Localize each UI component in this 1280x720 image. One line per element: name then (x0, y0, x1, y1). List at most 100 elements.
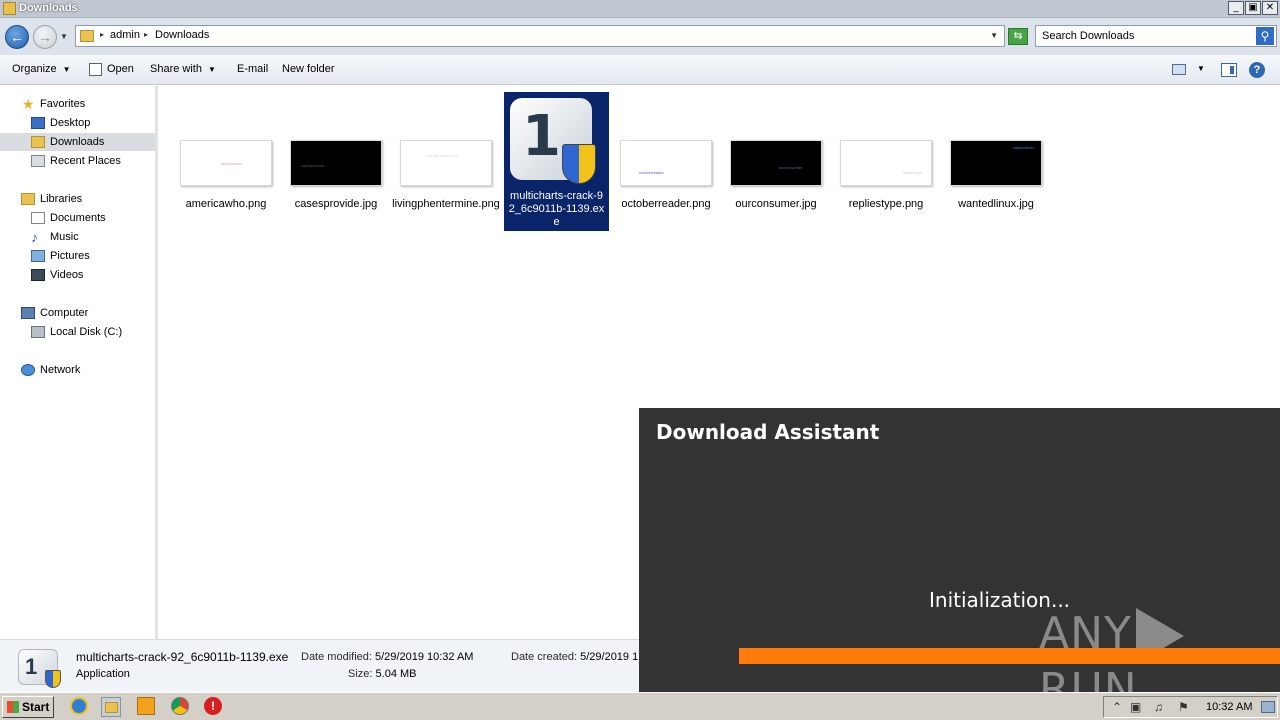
file-name: repliestype.png (848, 198, 924, 210)
libraries-icon (21, 193, 35, 205)
videos-icon (31, 269, 45, 281)
address-field[interactable]: ▸ admin ▸ Downloads ▼ (75, 25, 1005, 47)
refresh-icon: ⇆ (1013, 30, 1023, 42)
title-bar: Downloads _ ▣ ✕ (0, 0, 1280, 18)
stop-taskbar-icon[interactable]: ! (204, 697, 224, 717)
thumbnail-text: octoberreader (639, 170, 664, 175)
progress-bar (739, 648, 1280, 664)
search-box[interactable]: ⚲ (1035, 25, 1277, 47)
chevron-right-icon[interactable]: ▸ (100, 30, 104, 39)
action-center-flag-icon[interactable]: ⚑ (1178, 700, 1189, 714)
chrome-taskbar-icon[interactable] (171, 697, 191, 717)
uac-shield-icon (562, 144, 596, 184)
nav-downloads-label: Downloads (50, 136, 105, 148)
back-button[interactable]: ← (5, 25, 29, 49)
thumbnail-text: casesprovide (301, 163, 325, 168)
recent-places-icon (31, 155, 45, 167)
details-date-modified: Date modified: 5/29/2019 10:32 AM (301, 651, 473, 663)
volume-icon[interactable]: ♫ (1154, 700, 1163, 714)
back-arrow-icon: ← (10, 29, 24, 45)
thumbnail-text: ourconsumer (779, 165, 803, 170)
address-dropdown-icon[interactable]: ▼ (990, 31, 998, 40)
share-with-button[interactable]: Share with ▼ (150, 63, 216, 75)
nav-videos-label: Videos (50, 269, 84, 281)
file-name: octoberreader.png (621, 198, 711, 210)
file-item-repliestype[interactable]: repliestype repliestype.png (831, 94, 941, 224)
computer-icon (21, 307, 35, 319)
nav-pictures[interactable]: Pictures (0, 247, 155, 265)
music-icon: ♪ (31, 229, 38, 245)
chevron-right-icon[interactable]: ▸ (144, 30, 148, 39)
documents-icon (31, 212, 45, 224)
nav-downloads[interactable]: Downloads (0, 133, 155, 151)
details-type: Application (76, 668, 130, 680)
file-item-multicharts-exe[interactable]: 1 multicharts-crack-92_6c9011b-1139.exe (504, 92, 609, 231)
image-thumbnail: casesprovide (290, 140, 382, 186)
network-icon (21, 364, 35, 376)
pictures-icon (31, 250, 45, 262)
address-bar-row: ← → ▼ ▸ admin ▸ Downloads ▼ ⇆ ⚲ (0, 18, 1280, 55)
file-item-livingphentermine[interactable]: livingphentermine livingphentermine.png (391, 94, 501, 224)
recent-pages-dropdown-icon[interactable]: ▼ (60, 32, 68, 41)
change-view-icon[interactable] (1172, 64, 1186, 75)
nav-music[interactable]: ♪ Music (0, 228, 155, 246)
view-options-dropdown-icon[interactable]: ▼ (1197, 64, 1205, 73)
forward-button[interactable]: → (33, 25, 57, 49)
close-button[interactable]: ✕ (1262, 1, 1278, 15)
restore-button[interactable]: ▣ (1245, 1, 1261, 15)
breadcrumb-downloads[interactable]: Downloads (155, 29, 209, 41)
file-item-ourconsumer[interactable]: ourconsumer ourconsumer.jpg (721, 94, 831, 224)
preview-pane-icon[interactable] (1221, 63, 1237, 77)
media-player-taskbar-icon[interactable] (137, 697, 157, 717)
minimize-button[interactable]: _ (1228, 1, 1244, 15)
system-tray: ⌃ ▣ ♫ ⚑ 10:32 AM (1103, 696, 1278, 718)
file-item-octoberreader[interactable]: octoberreader octoberreader.png (611, 94, 721, 224)
size-value: 5.04 MB (375, 668, 417, 680)
nav-network[interactable]: Network (0, 361, 155, 379)
explorer-taskbar-icon[interactable] (101, 697, 121, 717)
clock[interactable]: 10:32 AM (1206, 701, 1252, 713)
search-input[interactable] (1036, 26, 1254, 46)
nav-computer[interactable]: Computer (0, 304, 155, 322)
chevron-down-icon: ▼ (207, 65, 216, 74)
nav-local-disk[interactable]: Local Disk (C:) (0, 323, 155, 341)
file-item-casesprovide[interactable]: casesprovide casesprovide.jpg (281, 94, 391, 224)
organize-button[interactable]: Organize ▼ (12, 63, 71, 75)
nav-favorites-label: Favorites (40, 98, 86, 110)
network-tray-icon[interactable]: ▣ (1130, 700, 1141, 714)
folder-icon (80, 30, 94, 42)
start-button[interactable]: Start (2, 696, 54, 718)
nav-recent-places[interactable]: Recent Places (0, 152, 155, 170)
breadcrumb-admin[interactable]: admin (110, 29, 140, 41)
email-button[interactable]: E-mail (237, 63, 268, 75)
taskbar: Start ! ⌃ ▣ ♫ ⚑ 10:32 AM (0, 692, 1280, 720)
share-with-label: Share with (150, 63, 202, 75)
show-hidden-icons-icon[interactable]: ⌃ (1112, 700, 1122, 714)
hard-drive-icon (31, 326, 45, 338)
help-icon[interactable]: ? (1249, 62, 1265, 78)
nav-desktop[interactable]: Desktop (0, 114, 155, 132)
nav-network-label: Network (40, 364, 81, 376)
organize-label: Organize (12, 63, 57, 75)
file-item-wantedlinux[interactable]: wantedlinux wantedlinux.jpg (941, 94, 1051, 224)
image-thumbnail: wantedlinux (950, 140, 1042, 186)
thumbnail-text: repliestype (903, 170, 923, 175)
nav-libraries[interactable]: Libraries (0, 190, 155, 208)
internet-explorer-taskbar-icon[interactable] (70, 697, 90, 717)
nav-favorites[interactable]: ★ Favorites (0, 95, 155, 113)
file-item-americawho[interactable]: americawho americawho.png (171, 94, 281, 224)
refresh-button[interactable]: ⇆ (1008, 28, 1028, 45)
nav-recent-places-label: Recent Places (50, 155, 121, 167)
nav-videos[interactable]: Videos (0, 266, 155, 284)
details-pane: 1 multicharts-crack-92_6c9011b-1139.exe … (0, 639, 639, 692)
nav-computer-label: Computer (40, 307, 89, 319)
size-label: Size: (348, 668, 373, 680)
show-desktop-icon[interactable] (1261, 701, 1275, 713)
nav-documents[interactable]: Documents (0, 209, 155, 227)
open-button[interactable]: Open (107, 63, 134, 75)
new-folder-button[interactable]: New folder (282, 63, 335, 75)
file-name: ourconsumer.jpg (735, 198, 817, 210)
nav-documents-label: Documents (50, 212, 106, 224)
application-logo-mark: 1 (25, 654, 38, 679)
search-icon[interactable]: ⚲ (1256, 27, 1274, 45)
